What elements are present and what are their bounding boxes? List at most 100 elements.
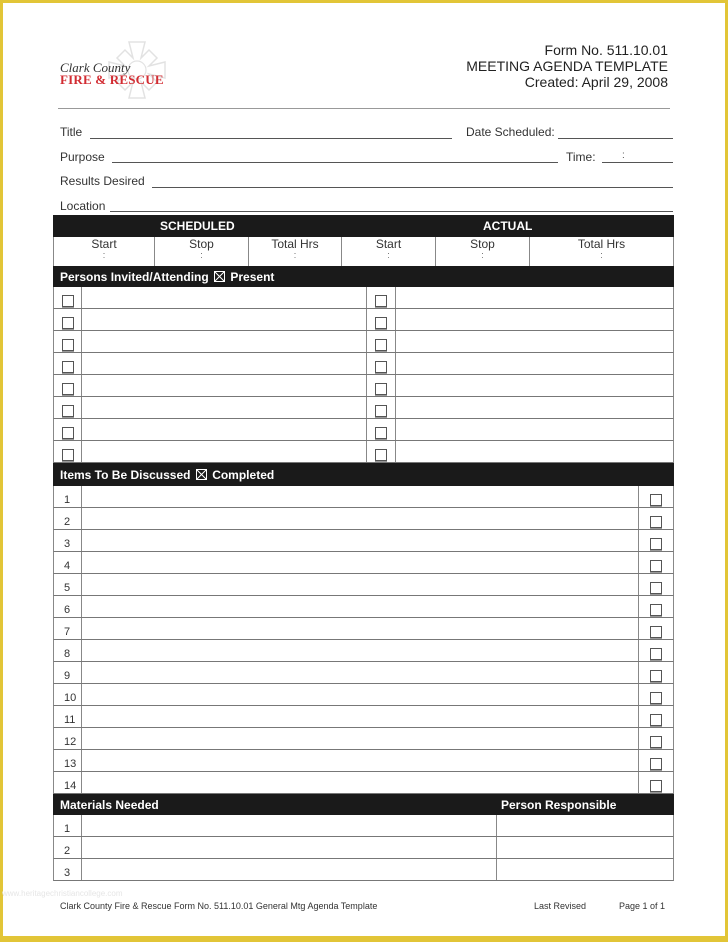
location-field[interactable] (110, 211, 673, 212)
agenda-item-field[interactable] (82, 728, 638, 749)
person-name-field[interactable] (82, 375, 366, 396)
present-checkbox[interactable] (62, 295, 74, 307)
scheduled-heading: SCHEDULED (160, 219, 235, 233)
agenda-item-row: 12 (53, 728, 674, 750)
material-field[interactable] (82, 815, 496, 836)
watermark: www.heritagechristiancollege.com (2, 889, 123, 898)
person-name-field[interactable] (82, 419, 366, 440)
present-checkbox[interactable] (62, 383, 74, 395)
person-name-field[interactable] (82, 353, 366, 374)
material-number: 1 (64, 823, 71, 835)
agenda-item-field[interactable] (82, 486, 638, 507)
person-responsible-field[interactable] (497, 837, 673, 858)
person-name-field[interactable] (82, 309, 366, 330)
title-label: Title (60, 125, 83, 139)
present-checkbox[interactable] (375, 383, 387, 395)
item-number: 5 (64, 582, 71, 594)
person-name-field[interactable] (82, 287, 366, 308)
items-heading: Items To Be Discussed (60, 468, 191, 482)
person-responsible-field[interactable] (497, 859, 673, 880)
results-desired-field[interactable] (152, 187, 673, 188)
present-checkbox[interactable] (375, 295, 387, 307)
material-field[interactable] (82, 837, 496, 858)
completed-checkbox[interactable] (650, 516, 662, 528)
present-checkbox[interactable] (62, 427, 74, 439)
person-name-field[interactable] (396, 331, 673, 352)
item-number: 7 (64, 626, 71, 638)
time-separator: : (293, 250, 297, 260)
completed-checkbox[interactable] (650, 560, 662, 572)
person-responsible-field[interactable] (497, 815, 673, 836)
present-checkbox[interactable] (375, 427, 387, 439)
present-checkbox[interactable] (375, 317, 387, 329)
completed-checkbox[interactable] (650, 538, 662, 550)
completed-checkbox[interactable] (650, 494, 662, 506)
present-checkbox[interactable] (62, 449, 74, 461)
agenda-item-field[interactable] (82, 706, 638, 727)
material-field[interactable] (82, 859, 496, 880)
present-checkbox[interactable] (375, 449, 387, 461)
time-table-header: SCHEDULED ACTUAL (53, 215, 674, 237)
person-name-field[interactable] (396, 397, 673, 418)
title-field[interactable] (90, 138, 452, 139)
present-checkbox[interactable] (62, 317, 74, 329)
completed-checkbox[interactable] (650, 582, 662, 594)
present-checkbox[interactable] (375, 339, 387, 351)
person-name-field[interactable] (396, 419, 673, 440)
person-name-field[interactable] (82, 397, 366, 418)
date-scheduled-field[interactable] (558, 138, 673, 139)
completed-checkbox[interactable] (650, 692, 662, 704)
agenda-item-field[interactable] (82, 684, 638, 705)
agenda-item-field[interactable] (82, 750, 638, 771)
item-number: 1 (64, 494, 71, 506)
time-separator: : (481, 250, 484, 260)
actual-start-cell[interactable]: Start : (342, 237, 436, 266)
completed-checkbox[interactable] (650, 714, 662, 726)
completed-checkbox[interactable] (650, 670, 662, 682)
present-checkbox[interactable] (375, 361, 387, 373)
person-name-field[interactable] (396, 353, 673, 374)
person-name-field[interactable] (396, 375, 673, 396)
actual-stop-cell[interactable]: Stop : (436, 237, 530, 266)
agenda-item-row: 10 (53, 684, 674, 706)
agenda-item-field[interactable] (82, 508, 638, 529)
agenda-item-row: 13 (53, 750, 674, 772)
person-name-field[interactable] (396, 287, 673, 308)
item-number: 13 (64, 758, 77, 770)
present-checkbox[interactable] (62, 405, 74, 417)
person-name-field[interactable] (396, 441, 673, 462)
material-row: 1 (53, 815, 674, 837)
person-name-field[interactable] (396, 309, 673, 330)
completed-checkbox[interactable] (650, 758, 662, 770)
item-number: 4 (64, 560, 71, 572)
agenda-item-field[interactable] (82, 618, 638, 639)
agenda-item-field[interactable] (82, 574, 638, 595)
present-checkbox[interactable] (62, 339, 74, 351)
completed-checkbox[interactable] (650, 648, 662, 660)
completed-checkbox[interactable] (650, 736, 662, 748)
agenda-item-field[interactable] (82, 552, 638, 573)
present-checkbox[interactable] (62, 361, 74, 373)
agenda-item-field[interactable] (82, 662, 638, 683)
agenda-item-field[interactable] (82, 640, 638, 661)
person-name-field[interactable] (82, 331, 366, 352)
agenda-item-field[interactable] (82, 596, 638, 617)
present-checkbox[interactable] (375, 405, 387, 417)
logo: Clark County FIRE & RESCUE (60, 41, 170, 99)
person-name-field[interactable] (82, 441, 366, 462)
completed-checkbox[interactable] (650, 780, 662, 792)
completed-checkbox[interactable] (650, 604, 662, 616)
agenda-item-field[interactable] (82, 530, 638, 551)
time-table-row: Start : Stop : Total Hrs : Start : Stop … (53, 237, 674, 266)
time-field[interactable] (602, 162, 673, 163)
scheduled-stop-cell[interactable]: Stop : (155, 237, 249, 266)
item-number: 3 (64, 538, 71, 550)
form-number: Form No. 511.10.01 (544, 42, 668, 58)
completed-checkbox[interactable] (650, 626, 662, 638)
agenda-item-field[interactable] (82, 772, 638, 793)
scheduled-total-cell[interactable]: Total Hrs : (249, 237, 342, 266)
actual-total-cell[interactable]: Total Hrs : (530, 237, 673, 266)
time-separator: : (387, 250, 390, 260)
purpose-field[interactable] (112, 162, 558, 163)
scheduled-start-cell[interactable]: Start : (54, 237, 155, 266)
